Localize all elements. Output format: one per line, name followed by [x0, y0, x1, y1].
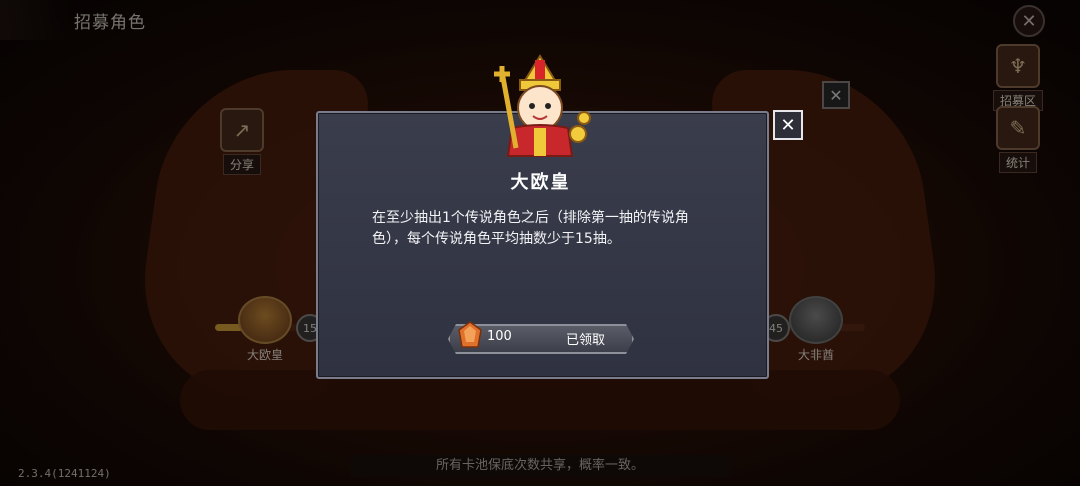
dialog-close-button[interactable]: ✕ [773, 110, 803, 140]
reward-amount: 100 [487, 329, 512, 344]
orange-gem-icon [458, 321, 482, 348]
reward-status: 已领取 [566, 333, 606, 348]
dialog-title: 大欧皇 [510, 172, 571, 193]
close-icon: ✕ [780, 114, 796, 136]
dialog-description: 在至少抽出1个传说角色之后（排除第一抽的传说角色），每个传说角色平均抽数少于15… [372, 210, 689, 247]
lucky-character-icon [494, 54, 591, 157]
recruit-screen: 招募角色 ✕ ↗ 分享 ♆ 招募区 ✎ 统计 ✕ 15 45 大欧皇 大非酋 所… [0, 0, 1080, 486]
